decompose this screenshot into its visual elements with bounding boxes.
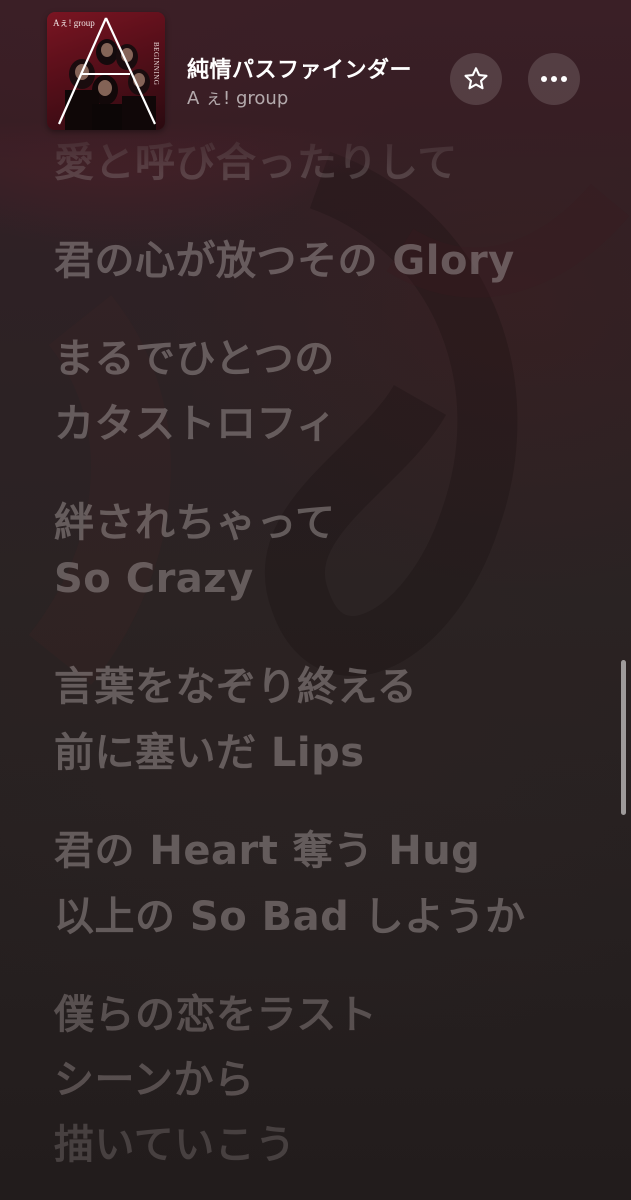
now-playing-header: Aぇ! group BEGINNING 純情パスファインダー A ぇ! grou… xyxy=(0,0,631,150)
lyrics-screen: 愛と呼び合ったりして 君の心が放つその Glory まるでひとつの カタストロフ… xyxy=(0,0,631,1200)
artwork-graphic xyxy=(57,17,156,130)
lyric-line[interactable]: 以上の So Bad しようか xyxy=(54,884,526,942)
artwork-side-text: BEGINNING xyxy=(152,42,160,86)
scrollbar[interactable] xyxy=(621,660,626,815)
lyric-line[interactable]: まるでひとつの xyxy=(54,326,335,384)
lyric-line[interactable]: シーンから xyxy=(54,1047,255,1105)
album-artwork[interactable]: Aぇ! group BEGINNING xyxy=(47,12,165,130)
track-artist[interactable]: A ぇ! group xyxy=(187,84,288,110)
artwork-logo: Aぇ! group xyxy=(53,18,95,28)
track-title[interactable]: 純情パスファインダー xyxy=(187,52,412,84)
lyrics-view[interactable]: 愛と呼び合ったりして 君の心が放つその Glory まるでひとつの カタストロフ… xyxy=(0,0,631,1200)
lyric-line[interactable]: 君の心が放つその Glory xyxy=(54,228,515,286)
star-outline-icon xyxy=(464,67,488,90)
more-button[interactable] xyxy=(528,53,580,105)
lyric-line[interactable]: 絆されちゃって xyxy=(54,490,336,548)
ellipsis-icon xyxy=(541,76,567,82)
lyric-line[interactable]: So Crazy xyxy=(54,556,254,602)
lyric-line[interactable]: 描いていこう xyxy=(54,1112,296,1170)
lyric-line[interactable]: 僕らの恋をラスト xyxy=(54,982,377,1040)
favorite-button[interactable] xyxy=(450,53,502,105)
lyric-line[interactable]: 言葉をなぞり終える xyxy=(54,654,417,712)
lyric-line[interactable]: 君の Heart 奪う Hug xyxy=(54,818,480,876)
lyric-line[interactable]: カタストロフィ xyxy=(54,391,337,449)
lyric-line[interactable]: 前に塞いだ Lips xyxy=(54,720,365,778)
